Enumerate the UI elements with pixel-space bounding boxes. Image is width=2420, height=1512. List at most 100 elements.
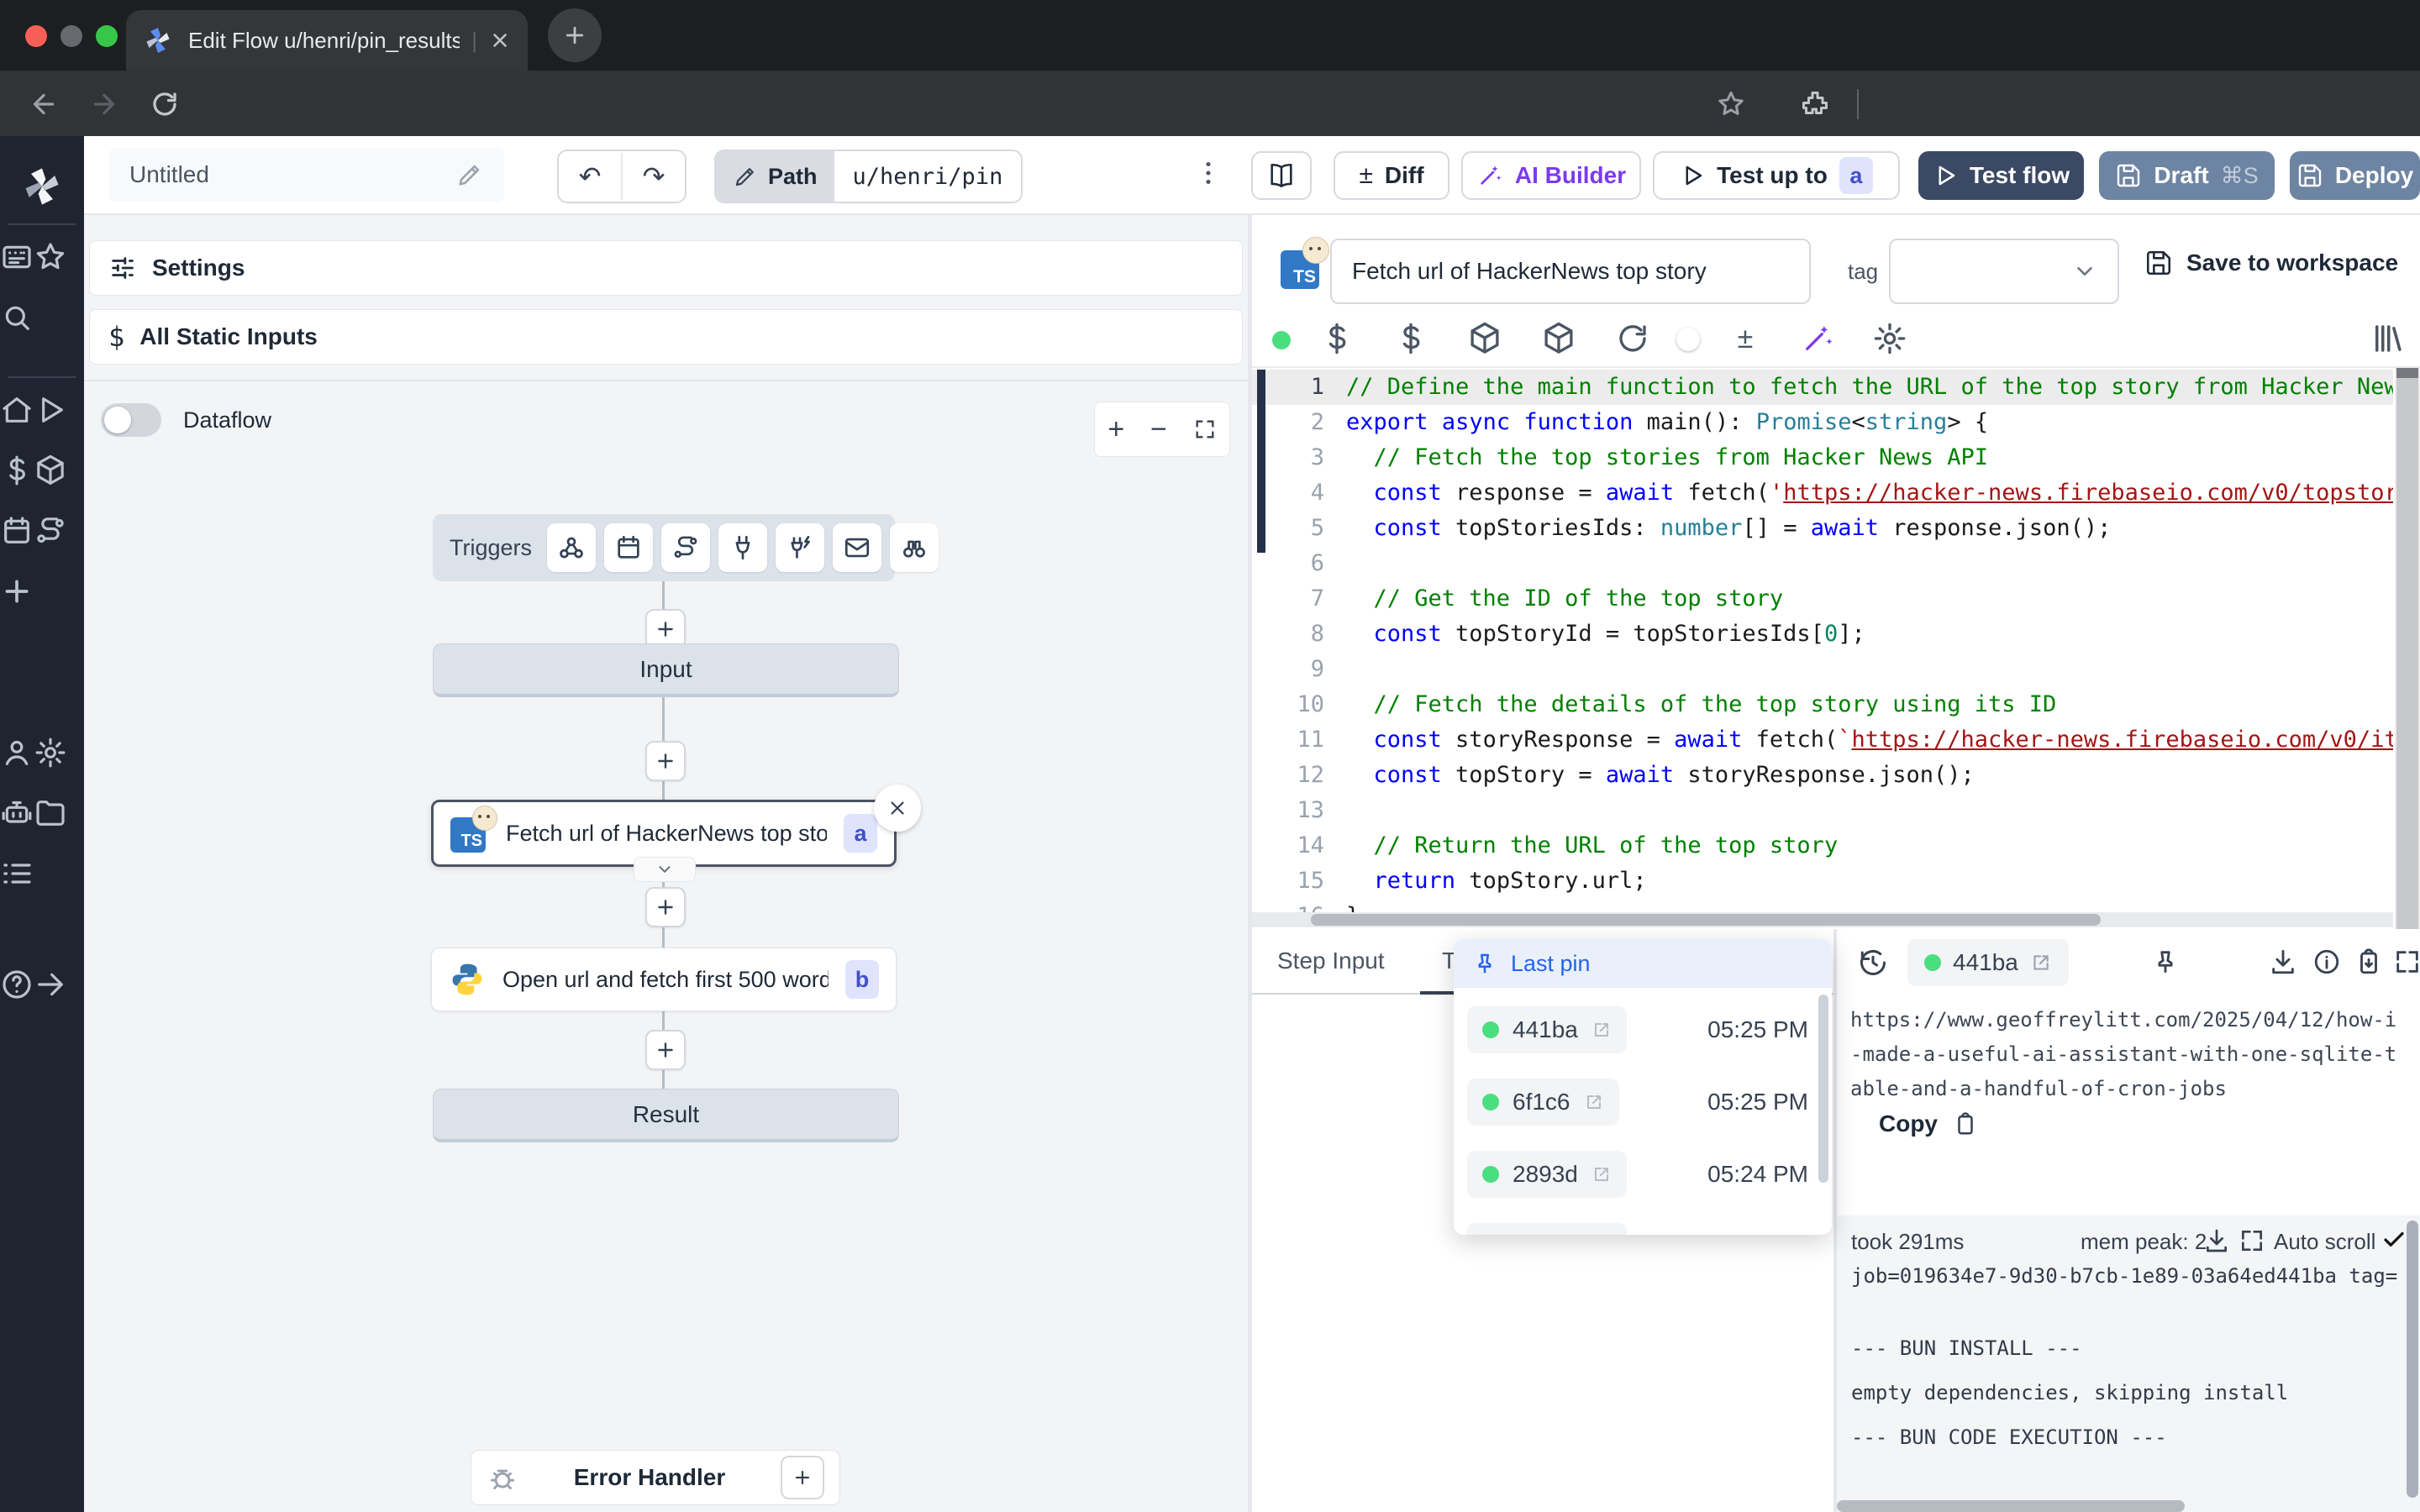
trigger-route-button[interactable]	[661, 523, 710, 572]
pin-history-row[interactable]: 2893d 05:24 PM	[1454, 1144, 1832, 1205]
collapse-step-chevron[interactable]	[634, 857, 696, 882]
sidebar-star-icon[interactable]	[34, 240, 67, 274]
pin-id-pill[interactable]: 441ba	[1467, 1006, 1627, 1053]
pin-history-row[interactable]: 6f1c6 05:25 PM	[1454, 1072, 1832, 1132]
extensions-puzzle-icon[interactable]	[1800, 89, 1830, 119]
history-icon[interactable]	[1858, 948, 1888, 978]
sidebar-search-icon[interactable]	[0, 301, 34, 334]
trigger-binoculars-button[interactable]	[890, 523, 939, 572]
more-options-kebab-icon[interactable]	[1193, 158, 1223, 188]
edit-name-pencil-icon[interactable]	[455, 160, 484, 189]
external-link-icon[interactable]	[1591, 1020, 1612, 1040]
result-node[interactable]: Result	[433, 1089, 899, 1142]
log-hscrollbar-thumb[interactable]	[1837, 1500, 2185, 1512]
back-icon[interactable]	[29, 89, 59, 119]
library-icon[interactable]	[2370, 321, 2405, 356]
sidebar-calendar-icon[interactable]	[0, 514, 34, 548]
expand-icon[interactable]	[2393, 948, 2420, 976]
tag-select[interactable]	[1889, 239, 2119, 304]
wand-icon[interactable]	[1800, 321, 1835, 356]
external-link-icon[interactable]	[1584, 1092, 1604, 1112]
editor-vscrollbar-thumb[interactable]	[2396, 368, 2418, 929]
refresh-icon[interactable]	[1615, 321, 1650, 356]
code-editor[interactable]: 12345678910111213141516 // Define the ma…	[1252, 366, 2420, 929]
sidebar-cube-icon[interactable]	[34, 454, 67, 487]
pin-history-row[interactable]: 1e4ab 05:21 PM	[1454, 1216, 1832, 1235]
plus-minus-icon[interactable]: ±	[1728, 321, 1763, 356]
pin-icon[interactable]	[2151, 948, 2180, 976]
gear-icon[interactable]	[1872, 321, 1907, 356]
info-icon[interactable]	[2312, 948, 2341, 976]
clipboard-icon[interactable]	[2354, 948, 2383, 976]
download-result-icon[interactable]	[2269, 948, 2297, 976]
sidebar-plus-icon[interactable]	[0, 575, 34, 608]
minimize-window-button[interactable]	[60, 25, 82, 47]
copy-button[interactable]: Copy	[1879, 1110, 1978, 1137]
check-icon[interactable]	[2381, 1227, 2407, 1252]
editor-vscrollbar[interactable]	[2395, 368, 2420, 929]
insert-step-button[interactable]	[645, 1030, 686, 1070]
tab-step-input[interactable]: Step Input	[1277, 948, 1385, 974]
sidebar-person-icon[interactable]	[0, 736, 34, 769]
flow-name-field[interactable]: Untitled	[109, 148, 504, 202]
maximize-window-button[interactable]	[96, 25, 118, 47]
dollar-icon[interactable]	[1393, 321, 1428, 356]
insert-step-button[interactable]	[645, 887, 686, 927]
sidebar-route-icon[interactable]	[34, 514, 67, 548]
step-node-b[interactable]: Open url and fetch first 500 words of ..…	[431, 948, 897, 1011]
static-inputs-row[interactable]: $ All Static Inputs	[89, 309, 1243, 365]
test-up-to-button[interactable]: Test up to a	[1653, 151, 1900, 200]
sidebar-home-icon[interactable]	[0, 393, 34, 427]
path-value[interactable]: u/henri/pin	[834, 151, 1022, 202]
sidebar-play-icon[interactable]	[34, 393, 67, 427]
auto-scroll-label[interactable]: Auto scroll	[2274, 1229, 2375, 1255]
sidebar-app-card-icon[interactable]	[0, 240, 34, 274]
add-error-handler-button[interactable]	[781, 1456, 824, 1499]
pin-history-row[interactable]: 441ba 05:25 PM	[1454, 1000, 1832, 1060]
sidebar-robot-icon[interactable]	[0, 796, 34, 830]
draft-button[interactable]: Draft ⌘S	[2099, 151, 2275, 200]
close-window-button[interactable]	[25, 25, 47, 47]
diff-button[interactable]: ± Diff	[1334, 151, 1449, 200]
sidebar-list-icon[interactable]	[0, 857, 34, 890]
deploy-button[interactable]: Deploy	[2290, 151, 2420, 200]
forward-icon[interactable]	[89, 89, 119, 119]
new-tab-button[interactable]	[548, 8, 602, 62]
zoom-in-button[interactable]: +	[1107, 413, 1124, 446]
path-button[interactable]: Path	[716, 151, 834, 202]
package-icon[interactable]	[1467, 321, 1502, 356]
trigger-plug-button[interactable]	[718, 523, 767, 572]
pin-id-pill[interactable]: 6f1c6	[1467, 1079, 1619, 1126]
trigger-webhook-button[interactable]	[547, 523, 596, 572]
sidebar-folder-icon[interactable]	[34, 796, 67, 830]
run-id-badge[interactable]: 441ba	[1907, 939, 2069, 986]
fit-view-icon[interactable]	[1193, 417, 1217, 441]
close-tab-icon[interactable]	[489, 29, 511, 51]
windmill-logo[interactable]	[0, 136, 84, 208]
package-icon[interactable]	[1541, 321, 1576, 356]
error-handler-node[interactable]: Error Handler	[471, 1450, 840, 1505]
trigger-calendar-button[interactable]	[604, 523, 653, 572]
expand-logs-icon[interactable]	[2238, 1227, 2265, 1254]
zoom-out-button[interactable]: −	[1150, 413, 1167, 446]
input-node[interactable]: Input	[433, 643, 899, 697]
pin-id-pill[interactable]: 1e4ab	[1467, 1223, 1627, 1235]
browser-tab[interactable]: Edit Flow u/henri/pin_results |	[126, 10, 528, 71]
triggers-node[interactable]: Triggers	[433, 514, 895, 581]
last-pin-option[interactable]: Last pin	[1454, 939, 1832, 988]
bookmark-star-icon[interactable]	[1716, 89, 1746, 119]
dropdown-scrollbar-thumb[interactable]	[1818, 995, 1828, 1183]
sidebar-dollar-icon[interactable]	[0, 454, 34, 487]
sidebar-help-icon[interactable]	[0, 968, 34, 1001]
editor-hscrollbar-thumb[interactable]	[1311, 914, 2101, 926]
pin-id-pill[interactable]: 2893d	[1467, 1151, 1627, 1198]
step-title-input[interactable]: Fetch url of HackerNews top story	[1330, 239, 1811, 304]
redo-button[interactable]: ↷	[623, 160, 685, 192]
trigger-plug-bolt-button[interactable]	[776, 523, 824, 572]
test-flow-button[interactable]: Test flow	[1918, 151, 2084, 200]
save-to-workspace-button[interactable]: Save to workspace	[2144, 249, 2398, 277]
insert-step-button[interactable]	[645, 741, 686, 781]
sidebar-arrow-right-icon[interactable]	[34, 968, 67, 1001]
trigger-mail-button[interactable]	[833, 523, 881, 572]
undo-button[interactable]: ↶	[559, 160, 621, 192]
